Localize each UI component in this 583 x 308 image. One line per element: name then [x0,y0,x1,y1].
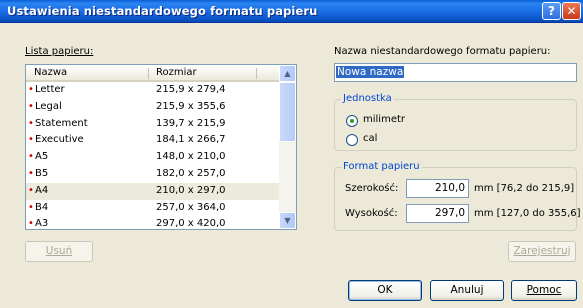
paper-bullet-icon: • [28,84,34,95]
height-range: mm [127,0 do 355,6] [474,208,581,219]
paper-size: 148,0 x 210,0 [156,151,226,163]
custom-name-input[interactable]: Nowa nazwa [334,63,577,82]
scroll-down-icon[interactable]: ▼ [279,212,296,229]
width-input[interactable]: 210,0 [406,179,469,198]
unit-group: Jednostka milimetr cal [334,93,577,151]
help-button[interactable]: Pomoc [511,280,577,301]
width-range: mm [76,2 do 215,9] [474,183,575,194]
paper-name: A4 [35,184,49,196]
paper-size: 182,0 x 257,0 [156,167,226,179]
paper-name: Legal [35,100,62,112]
paper-format-legend: Format papieru [341,161,422,172]
paper-size: 210,0 x 297,0 [156,184,226,196]
list-item[interactable]: • A3 297,0 x 420,0 [26,216,279,230]
scroll-thumb[interactable] [279,82,296,142]
paper-bullet-icon: • [28,134,34,146]
window-title: Ustawienia niestandardowego formatu papi… [7,4,318,18]
paper-size: 215,9 x 279,4 [156,84,226,95]
column-header-name[interactable]: Nazwa [34,67,67,78]
paper-name: Statement [35,117,88,129]
list-item[interactable]: • Letter 215,9 x 279,4 [26,82,279,99]
paper-bullet-icon: • [28,218,34,230]
paper-name: Executive [35,134,84,146]
paper-size: 215,9 x 355,6 [156,100,226,112]
paper-list[interactable]: Nazwa Rozmiar • Letter 215,9 x 279,4 • Lega… [25,64,297,230]
paper-bullet-icon: • [28,100,34,112]
list-item[interactable]: • A5 148,0 x 210,0 [26,149,279,166]
paper-size: 257,0 x 364,0 [156,201,226,213]
list-item[interactable]: • Executive 184,1 x 266,7 [26,132,279,149]
paper-format-group: Format papieru Szerokość: 210,0 mm [76,2… [334,161,581,231]
paper-name: A3 [35,218,49,230]
paper-name: Letter [35,84,65,95]
paper-name: A5 [35,151,49,163]
scroll-up-icon[interactable]: ▲ [279,65,296,82]
height-label: Wysokość: [345,208,398,219]
column-separator[interactable] [256,68,257,79]
paper-bullet-icon: • [28,184,34,196]
paper-bullet-icon: • [28,117,34,129]
vertical-scrollbar[interactable]: ▲ ▼ [279,65,296,229]
radio-millimeter[interactable] [346,115,358,127]
width-label: Szerokość: [345,183,399,194]
custom-name-value: Nowa nazwa [336,66,405,78]
radio-inch[interactable] [346,134,358,146]
paper-size: 184,1 x 266,7 [156,134,226,146]
custom-name-label-text: Nazwa niestandardowego formatu papieru: [334,46,551,57]
help-title-button[interactable]: ? [542,2,561,20]
list-header: Nazwa Rozmiar [26,65,279,82]
height-input[interactable]: 297,0 [406,204,469,223]
list-item[interactable]: • Legal 215,9 x 355,6 [26,99,279,116]
unit-legend: Jednostka [341,93,394,104]
paper-bullet-icon: • [28,151,34,163]
list-item[interactable]: • Statement 139,7 x 215,9 [26,116,279,133]
title-bar: Ustawienia niestandardowego formatu papi… [0,0,583,23]
paper-rows: • Letter 215,9 x 279,4 • Legal 215,9 x 355,6… [26,82,279,230]
paper-size: 297,0 x 420,0 [156,218,226,230]
close-icon[interactable]: ✕ [562,2,581,20]
paper-size: 139,7 x 215,9 [156,117,226,129]
paper-bullet-icon: • [28,201,34,213]
list-item[interactable]: • B4 257,0 x 364,0 [26,200,279,217]
ok-button[interactable]: OK [348,280,422,301]
column-header-size[interactable]: Rozmiar [156,67,197,78]
paper-name: B4 [35,201,49,213]
delete-button[interactable]: Usuń [25,241,93,262]
paper-name: B5 [35,167,49,179]
paper-list-label: Lista papieru: [25,46,94,57]
register-button-label: Zarejestruj [513,245,571,257]
radio-inch-label[interactable]: cal [363,133,377,144]
list-item-selected[interactable]: • A4 210,0 x 297,0 [26,182,279,200]
register-button[interactable]: Zarejestruj [508,241,576,262]
radio-millimeter-label[interactable]: milimetr [363,114,405,125]
list-item[interactable]: • B5 182,0 x 257,0 [26,166,279,183]
help-button-label: Pomoc [526,284,562,296]
cancel-button[interactable]: Anuluj [430,280,504,301]
column-separator[interactable] [148,68,149,79]
paper-bullet-icon: • [28,167,34,179]
delete-button-label: Usuń [45,245,73,257]
custom-name-label: Nazwa niestandardowego formatu papieru: [334,46,551,57]
